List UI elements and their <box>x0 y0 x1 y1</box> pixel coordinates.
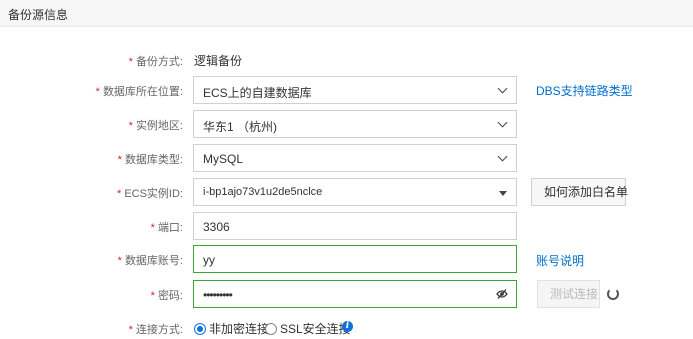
ecs-instance-select[interactable]: i-bp1ajo73v1u2de5nclce <box>193 178 517 206</box>
port-value: 3306 <box>203 220 230 234</box>
region-value: 华东1 （杭州) <box>203 120 278 134</box>
account-help-link[interactable]: 账号说明 <box>536 252 584 269</box>
password-label: * 密码: <box>150 290 183 302</box>
region-row: * 实例地区: 华东1 （杭州) <box>0 110 693 138</box>
radio-non-encrypted-label: 非加密连接 <box>209 322 270 336</box>
info-icon[interactable]: i <box>342 321 353 332</box>
test-connection-button[interactable]: 测试连接 <box>537 280 600 308</box>
db-location-value: ECS上的自建数据库 <box>203 86 312 100</box>
radio-checked-icon[interactable] <box>194 322 206 335</box>
db-location-label: * 数据库所在位置: <box>95 86 183 98</box>
add-whitelist-button[interactable]: 如何添加白名单 <box>531 178 628 206</box>
section-title: 备份源信息 <box>8 8 69 22</box>
password-input[interactable]: ••••••••• <box>193 280 517 308</box>
caret-down-icon <box>499 191 507 196</box>
ecs-instance-row: * ECS实例ID: i-bp1ajo73v1u2de5nclce 如何添加白名单 <box>0 178 693 206</box>
radio-ssl[interactable]: SSL安全连接 <box>265 320 351 337</box>
loading-spinner-icon <box>607 288 619 300</box>
account-label: * 数据库账号: <box>117 255 183 267</box>
region-label: * 实例地区: <box>128 120 183 132</box>
port-input[interactable]: 3306 <box>193 212 517 240</box>
ecs-instance-value: i-bp1ajo73v1u2de5nclce <box>203 186 323 198</box>
radio-non-encrypted[interactable]: 非加密连接 <box>194 320 269 337</box>
port-row: * 端口: 3306 <box>0 212 693 240</box>
section-header: 备份源信息 <box>0 0 693 27</box>
account-input[interactable]: yy <box>193 245 517 273</box>
account-row: * 数据库账号: yy 账号说明 <box>0 245 693 273</box>
chevron-down-icon <box>497 117 508 128</box>
port-label: * 端口: <box>150 222 183 234</box>
radio-unchecked-icon[interactable] <box>265 322 277 335</box>
connection-row: * 连接方式: 非加密连接 SSL安全连接 i <box>0 314 693 339</box>
db-type-value: MySQL <box>203 152 244 166</box>
ecs-instance-label: * ECS实例ID: <box>117 188 183 200</box>
connection-label: * 连接方式: <box>128 324 183 336</box>
db-location-select[interactable]: ECS上的自建数据库 <box>193 76 517 104</box>
backup-method-row: * 备份方式: 逻辑备份 <box>0 46 693 74</box>
backup-method-value: 逻辑备份 <box>194 54 243 68</box>
password-value: ••••••••• <box>203 288 233 302</box>
db-location-row: * 数据库所在位置: ECS上的自建数据库 DBS支持链路类型 <box>0 76 693 104</box>
db-type-select[interactable]: MySQL <box>193 144 517 172</box>
account-value: yy <box>203 253 215 267</box>
backup-method-label: * 备份方式: <box>128 56 183 68</box>
password-row: * 密码: ••••••••• 测试连接 <box>0 280 693 308</box>
region-select[interactable]: 华东1 （杭州) <box>193 110 517 138</box>
chevron-down-icon <box>497 83 508 94</box>
radio-ssl-label: SSL安全连接 <box>280 322 351 336</box>
eye-slash-icon[interactable] <box>496 289 508 299</box>
chevron-down-icon <box>497 151 508 162</box>
db-type-row: * 数据库类型: MySQL <box>0 144 693 172</box>
db-type-label: * 数据库类型: <box>117 154 183 166</box>
dbs-link-types-link[interactable]: DBS支持链路类型 <box>536 82 633 99</box>
